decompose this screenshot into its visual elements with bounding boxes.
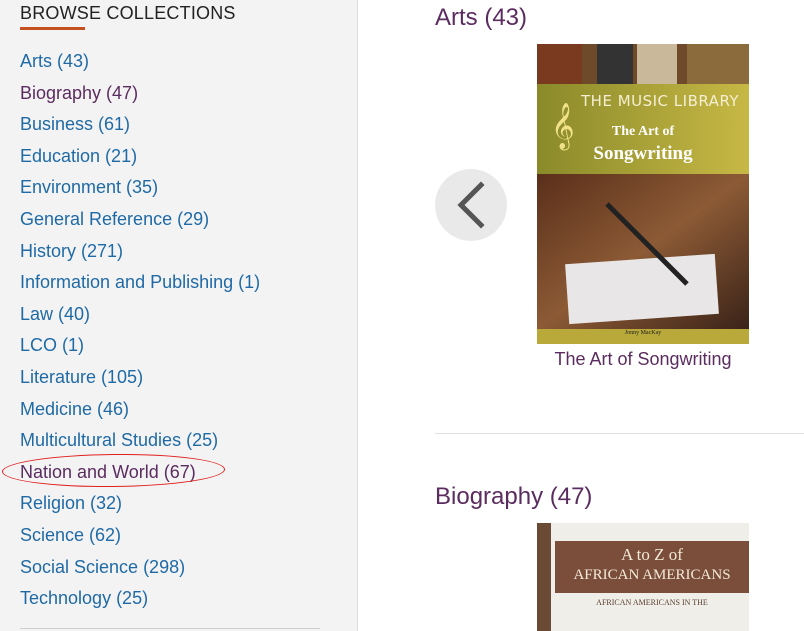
sidebar-item: History (271) [20, 239, 123, 263]
sidebar-item: Religion (32) [20, 491, 122, 515]
collection-link[interactable]: Religion (32) [20, 493, 122, 513]
sidebar-item: Arts (43) [20, 49, 89, 73]
sidebar-item: Biography (47) [20, 81, 138, 105]
browse-collections-sidebar: BROWSE COLLECTIONS Arts (43) Biography (4… [0, 0, 358, 631]
carousel-prev-button[interactable] [435, 169, 507, 241]
collection-link[interactable]: Information and Publishing (1) [20, 272, 260, 292]
sidebar-item: Education (21) [20, 144, 137, 168]
collection-link[interactable]: General Reference (29) [20, 209, 209, 229]
collection-link[interactable]: Business (61) [20, 114, 130, 134]
collection-link[interactable]: Technology (25) [20, 588, 148, 608]
sidebar-item: Social Science (298) [20, 555, 185, 579]
collection-link[interactable]: LCO (1) [20, 335, 84, 355]
sidebar-title: BROWSE COLLECTIONS [20, 3, 236, 23]
collection-link[interactable]: Medicine (46) [20, 399, 129, 419]
sidebar-item: Science (62) [20, 523, 121, 547]
sidebar-item: General Reference (29) [20, 207, 209, 231]
book-cover-art-of-songwriting[interactable]: 𝄞 THE MUSIC LIBRARY The Art of Songwriti… [537, 44, 749, 344]
collection-link[interactable]: Environment (35) [20, 177, 158, 197]
section-heading-arts[interactable]: Arts (43) [435, 4, 527, 32]
collection-link[interactable]: Biography (47) [20, 83, 138, 103]
sidebar-item: Business (61) [20, 112, 130, 136]
cover-title-line2: AFRICAN AMERICANS [573, 567, 731, 583]
collection-link[interactable]: Education (21) [20, 146, 137, 166]
cover-subtitle: AFRICAN AMERICANS IN THE [596, 598, 708, 607]
cover-spine-strip [537, 523, 551, 631]
sidebar-item: Medicine (46) [20, 397, 129, 421]
cover-art: 𝄞 [537, 44, 749, 344]
cover-author: Jonny MacKay [624, 330, 662, 336]
book-cover-a-to-z-african-americans[interactable]: A to Z of AFRICAN AMERICANS AFRICAN AMER… [537, 523, 749, 631]
sidebar-item: Environment (35) [20, 175, 158, 199]
title-underline [20, 27, 85, 30]
collection-link[interactable]: Social Science (298) [20, 557, 185, 577]
sidebar-item: LCO (1) [20, 333, 84, 357]
cover-title-line1: A to Z of [621, 545, 683, 564]
sidebar-item: Law (40) [20, 302, 90, 326]
collection-link[interactable]: Law (40) [20, 304, 90, 324]
sidebar-item: Multicultural Studies (25) [20, 428, 218, 452]
cover-series: THE MUSIC LIBRARY [581, 92, 740, 110]
book-caption[interactable]: The Art of Songwriting [520, 349, 766, 370]
sidebar-divider [20, 628, 320, 629]
section-heading-biography[interactable]: Biography (47) [435, 483, 592, 511]
sidebar-item: Technology (25) [20, 586, 148, 610]
cover-title-line2: Songwriting [593, 143, 693, 164]
collection-link[interactable]: History (271) [20, 241, 123, 261]
cover-title-line1: The Art of [611, 124, 675, 139]
sidebar-item: Literature (105) [20, 365, 143, 389]
collection-link[interactable]: Literature (105) [20, 367, 143, 387]
sidebar-item: Information and Publishing (1) [20, 270, 260, 294]
collection-link[interactable]: Science (62) [20, 525, 121, 545]
chevron-left-icon [457, 181, 485, 229]
section-divider [435, 433, 804, 434]
collection-link[interactable]: Arts (43) [20, 51, 89, 71]
collection-link[interactable]: Multicultural Studies (25) [20, 430, 218, 450]
